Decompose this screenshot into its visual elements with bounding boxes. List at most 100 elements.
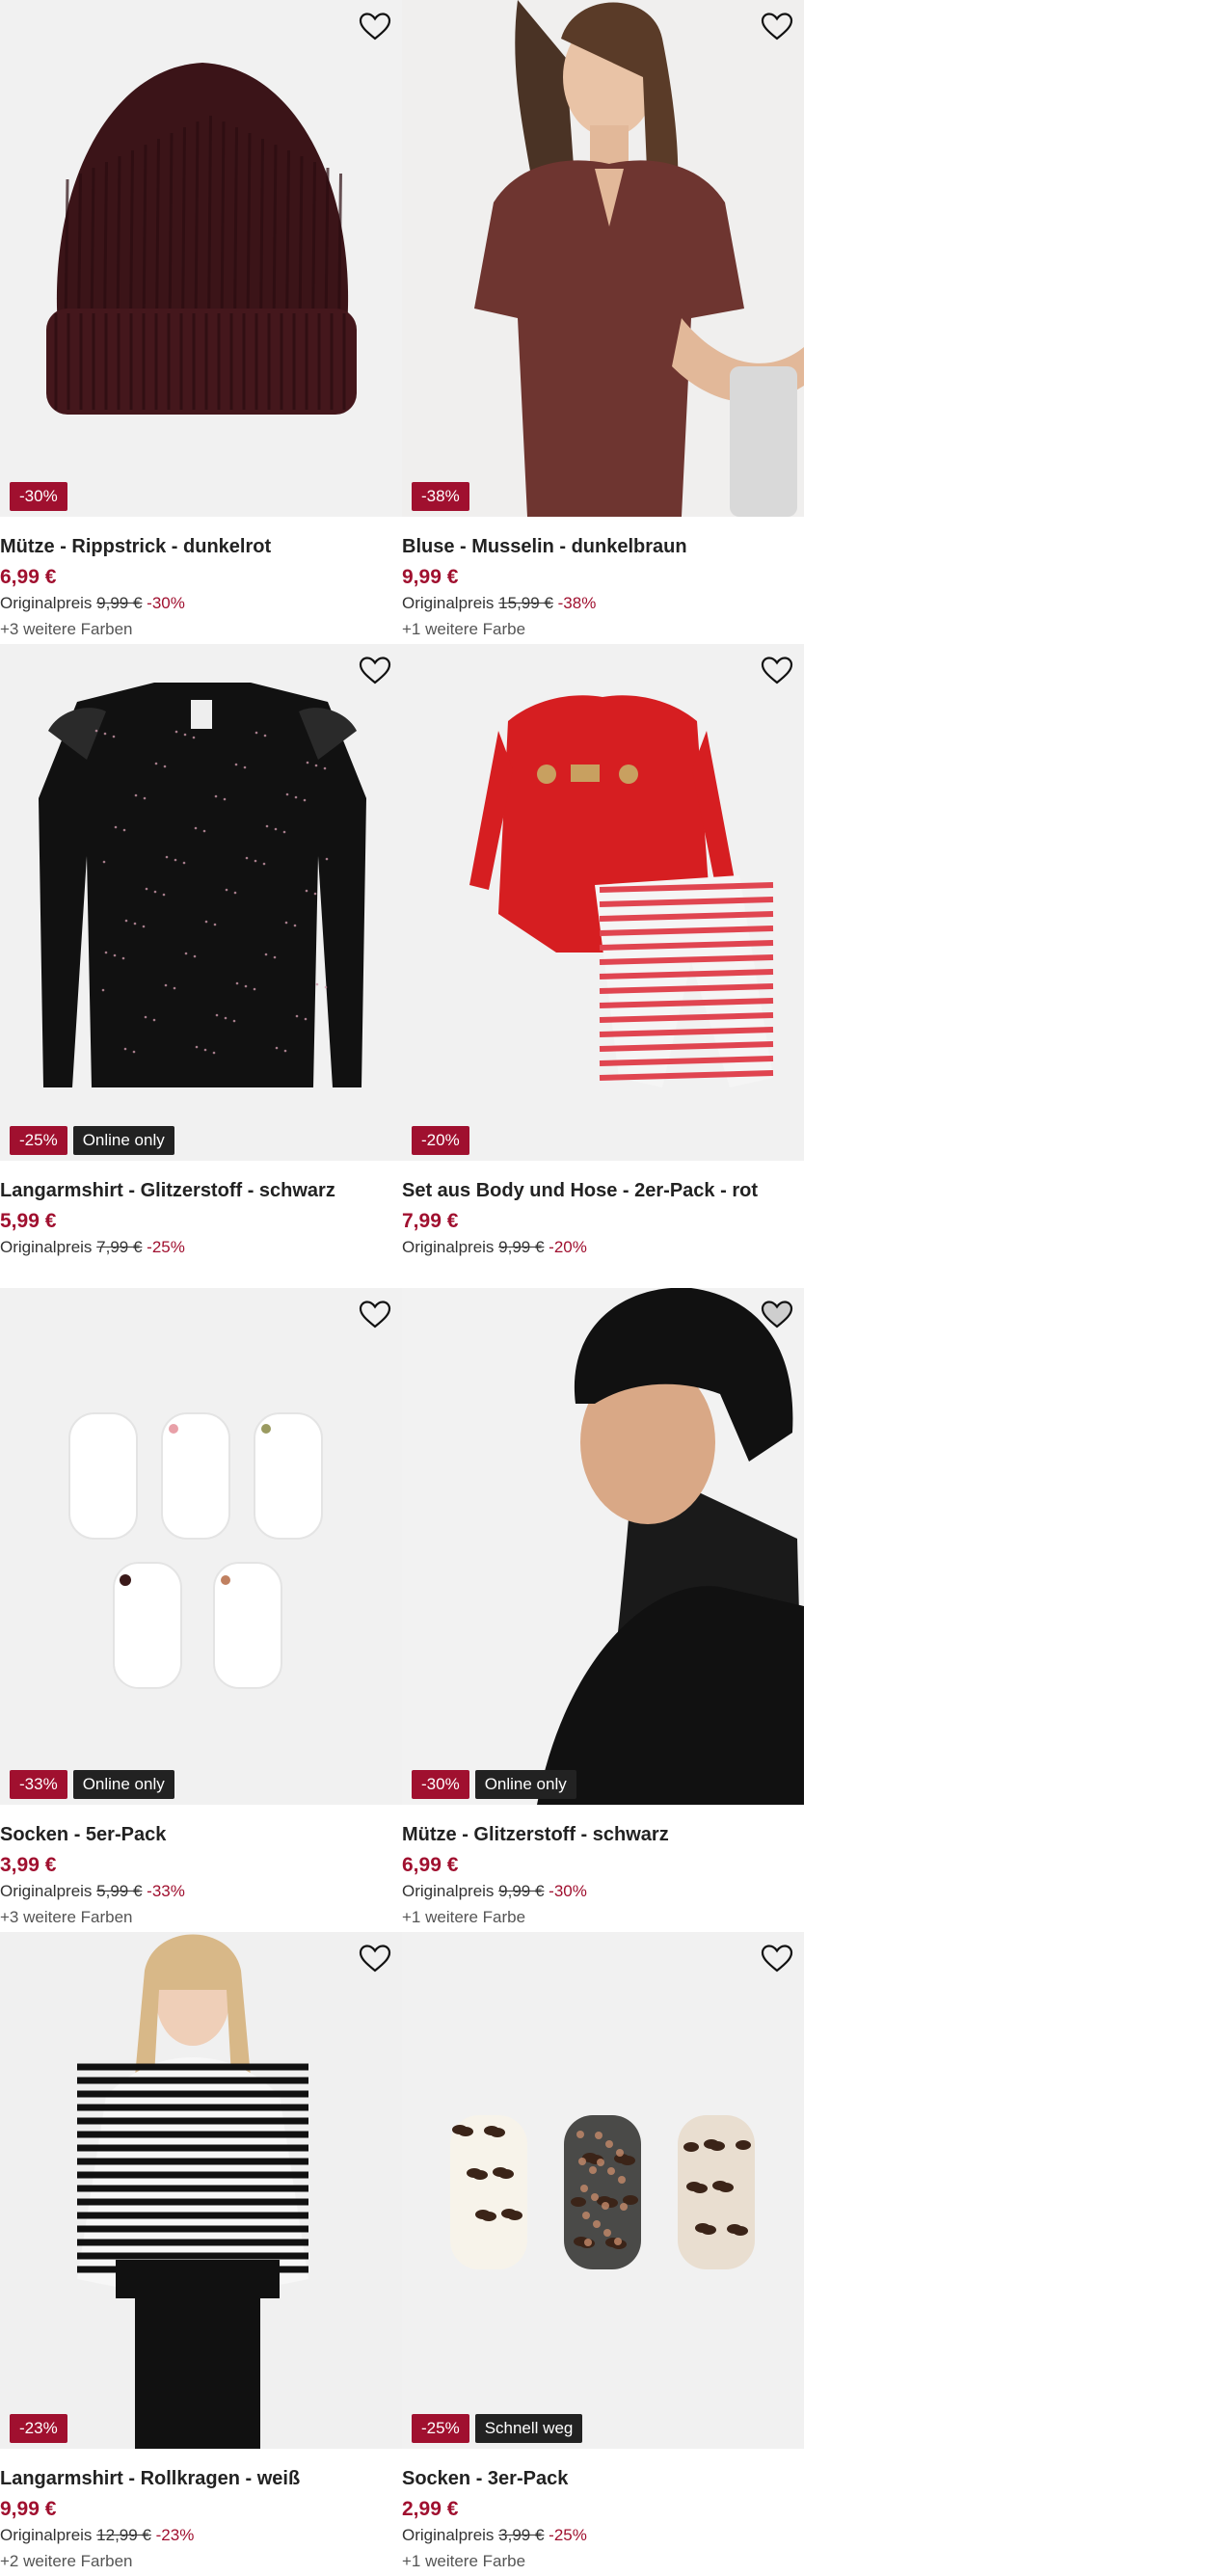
favorite-button[interactable] <box>358 654 392 688</box>
discount-percent: -25% <box>147 1238 185 1256</box>
product-image[interactable]: -30% <box>0 0 402 517</box>
product-title[interactable]: Mütze - Rippstrick - dunkelrot <box>0 530 402 563</box>
more-colors-link[interactable]: +3 weitere Farben <box>0 1903 402 1932</box>
badge-row: -30% <box>10 482 67 511</box>
heart-outline-icon <box>359 657 391 684</box>
original-price: 15,99 € <box>498 594 553 612</box>
product-image[interactable]: -20% <box>402 644 804 1161</box>
original-price-line: Originalpreis 5,99 € -33% <box>0 1880 402 1903</box>
product-image[interactable]: -30% Online only <box>402 1288 804 1805</box>
product-price: 9,99 € <box>402 566 459 588</box>
discount-badge: -20% <box>412 1126 469 1155</box>
info-badge: Online only <box>72 1770 174 1799</box>
product-title[interactable]: Bluse - Musselin - dunkelbraun <box>402 530 804 563</box>
original-price-label: Originalpreis <box>402 1882 499 1900</box>
product-photo <box>46 63 357 415</box>
original-price-line: Originalpreis 7,99 € -25% <box>0 1236 402 1259</box>
info-badge: Online only <box>72 1126 174 1155</box>
product-info: Langarmshirt - Rollkragen - weiß 9,99 € … <box>0 2462 402 2576</box>
product-photo <box>0 1932 402 2449</box>
original-price: 9,99 € <box>96 594 143 612</box>
product-info: Socken - 5er-Pack 3,99 € Originalpreis 5… <box>0 1818 402 1932</box>
product-title[interactable]: Mütze - Glitzerstoff - schwarz <box>402 1818 804 1851</box>
badge-row: -20% <box>412 1126 469 1155</box>
original-price: 9,99 € <box>498 1238 545 1256</box>
product-title[interactable]: Langarmshirt - Rollkragen - weiß <box>0 2462 402 2495</box>
favorite-button[interactable] <box>760 1942 794 1976</box>
product-info: Mütze - Rippstrick - dunkelrot 6,99 € Or… <box>0 530 402 644</box>
original-price-label: Originalpreis <box>0 1238 97 1256</box>
original-price: 5,99 € <box>96 1882 143 1900</box>
product-image[interactable]: -25% Online only <box>0 644 402 1161</box>
product-info: Bluse - Musselin - dunkelbraun 9,99 € Or… <box>402 530 804 644</box>
original-price: 9,99 € <box>498 1882 545 1900</box>
more-colors-link[interactable]: +2 weitere Farben <box>0 2547 402 2576</box>
more-colors-link[interactable]: +1 weitere Farbe <box>402 1903 804 1932</box>
info-badge: Online only <box>474 1770 576 1799</box>
more-colors-link[interactable]: +3 weitere Farben <box>0 615 402 644</box>
product-photo <box>450 2115 755 2269</box>
product-card[interactable]: -30% Mütze - Rippstrick - dunkelrot 6,99… <box>0 0 402 644</box>
discount-percent: -20% <box>549 1238 587 1256</box>
product-card[interactable]: -38% Bluse - Musselin - dunkelbraun 9,99… <box>402 0 804 644</box>
original-price: 3,99 € <box>498 2526 545 2544</box>
product-image[interactable]: -23% <box>0 1932 402 2449</box>
product-price: 9,99 € <box>0 2498 57 2520</box>
product-price: 3,99 € <box>0 1854 57 1876</box>
more-colors-link[interactable]: +1 weitere Farbe <box>402 2547 804 2576</box>
original-price-line: Originalpreis 3,99 € -25% <box>402 2524 804 2547</box>
product-photo <box>68 1412 323 1689</box>
badge-row: -25% Online only <box>10 1126 174 1155</box>
product-title[interactable]: Set aus Body und Hose - 2er-Pack - rot <box>402 1174 804 1207</box>
product-title[interactable]: Socken - 5er-Pack <box>0 1818 402 1851</box>
badge-row: -23% <box>10 2414 67 2443</box>
heart-outline-icon <box>359 13 391 40</box>
product-price: 6,99 € <box>0 566 57 588</box>
favorite-button[interactable] <box>358 1298 392 1332</box>
product-card[interactable]: -20% Set aus Body und Hose - 2er-Pack - … <box>402 644 804 1288</box>
discount-percent: -23% <box>155 2526 195 2544</box>
product-image[interactable]: -38% <box>402 0 804 517</box>
heart-outline-icon <box>359 1301 391 1328</box>
favorite-button[interactable] <box>358 10 392 44</box>
discount-badge: -30% <box>10 482 67 511</box>
product-title[interactable]: Socken - 3er-Pack <box>402 2462 804 2495</box>
heart-outline-icon <box>761 1945 793 1972</box>
original-price-line: Originalpreis 9,99 € -30% <box>402 1880 804 1903</box>
badge-row: -25% Schnell weg <box>412 2414 583 2443</box>
product-image[interactable]: -33% Online only <box>0 1288 402 1805</box>
badge-row: -38% <box>412 482 469 511</box>
product-card[interactable]: -23% Langarmshirt - Rollkragen - weiß 9,… <box>0 1932 402 2576</box>
product-title[interactable]: Langarmshirt - Glitzerstoff - schwarz <box>0 1174 402 1207</box>
discount-percent: -25% <box>549 2526 587 2544</box>
badge-row: -30% Online only <box>412 1770 576 1799</box>
favorite-button[interactable] <box>760 654 794 688</box>
product-price: 2,99 € <box>402 2498 459 2520</box>
favorite-button[interactable] <box>358 1942 392 1976</box>
discount-percent: -30% <box>147 594 185 612</box>
product-card[interactable]: -33% Online only Socken - 5er-Pack 3,99 €… <box>0 1288 402 1932</box>
original-price-line: Originalpreis 9,99 € -30% <box>0 592 402 615</box>
product-image[interactable]: -25% Schnell weg <box>402 1932 804 2449</box>
heart-outline-icon <box>761 657 793 684</box>
product-info: Set aus Body und Hose - 2er-Pack - rot 7… <box>402 1174 804 1259</box>
product-card[interactable]: -30% Online only Mütze - Glitzerstoff - s… <box>402 1288 804 1932</box>
product-photo <box>402 1288 804 1805</box>
more-colors-link[interactable]: +1 weitere Farbe <box>402 615 804 644</box>
favorite-button[interactable] <box>760 10 794 44</box>
favorite-button[interactable] <box>760 1298 794 1332</box>
product-price: 7,99 € <box>402 1210 459 1232</box>
product-price: 6,99 € <box>402 1854 459 1876</box>
original-price-line: Originalpreis 12,99 € -23% <box>0 2524 402 2547</box>
original-price-label: Originalpreis <box>0 1882 97 1900</box>
heart-outline-icon <box>761 1301 793 1328</box>
discount-percent: -38% <box>557 594 597 612</box>
discount-badge: -30% <box>412 1770 469 1799</box>
badge-row: -33% Online only <box>10 1770 174 1799</box>
product-price: 5,99 € <box>0 1210 57 1232</box>
info-badge: Schnell weg <box>474 2414 583 2443</box>
product-card[interactable]: -25% Schnell weg Socken - 3er-Pack 2,99 €… <box>402 1932 804 2576</box>
original-price-label: Originalpreis <box>402 594 499 612</box>
product-card[interactable]: -25% Online only Langarmshirt - Glitzerst… <box>0 644 402 1288</box>
original-price-line: Originalpreis 15,99 € -38% <box>402 592 804 615</box>
